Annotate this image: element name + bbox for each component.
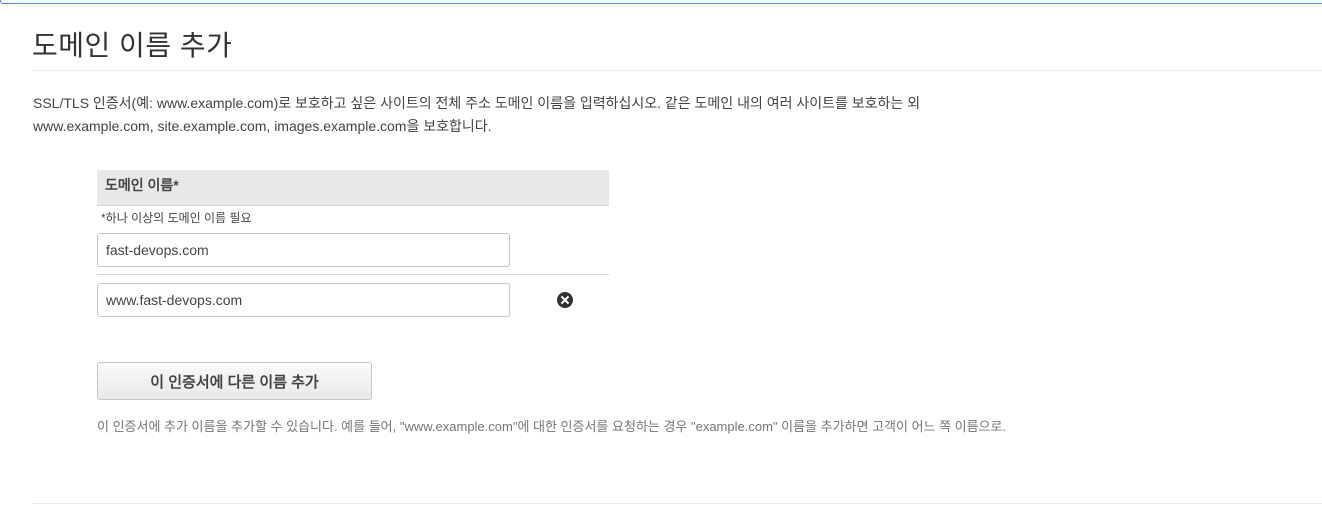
domain-name-table: 도메인 이름* *하나 이상의 도메인 이름 필요: [97, 170, 609, 326]
title-divider: [32, 70, 1322, 71]
domain-name-header: 도메인 이름*: [97, 170, 609, 206]
domain-row: [97, 275, 609, 326]
remove-circle-icon[interactable]: [557, 292, 573, 308]
description: SSL/TLS 인증서(예: www.example.com)로 보호하고 싶은…: [33, 92, 1322, 138]
description-line-2: www.example.com, site.example.com, image…: [33, 118, 492, 134]
domain-row: [97, 229, 609, 275]
bottom-divider: [32, 503, 1322, 504]
domain-name-input-2[interactable]: [97, 283, 510, 317]
top-panel-border: [0, 0, 1322, 4]
description-line-1: SSL/TLS 인증서(예: www.example.com)로 보호하고 싶은…: [33, 95, 921, 111]
required-note: *하나 이상의 도메인 이름 필요: [101, 211, 252, 225]
page-title: 도메인 이름 추가: [32, 30, 233, 61]
add-another-name-button[interactable]: 이 인증서에 다른 이름 추가: [97, 362, 372, 400]
domain-name-input-1[interactable]: [97, 233, 510, 267]
help-text: 이 인증서에 추가 이름을 추가할 수 있습니다. 예를 들어, "www.ex…: [97, 419, 1007, 434]
